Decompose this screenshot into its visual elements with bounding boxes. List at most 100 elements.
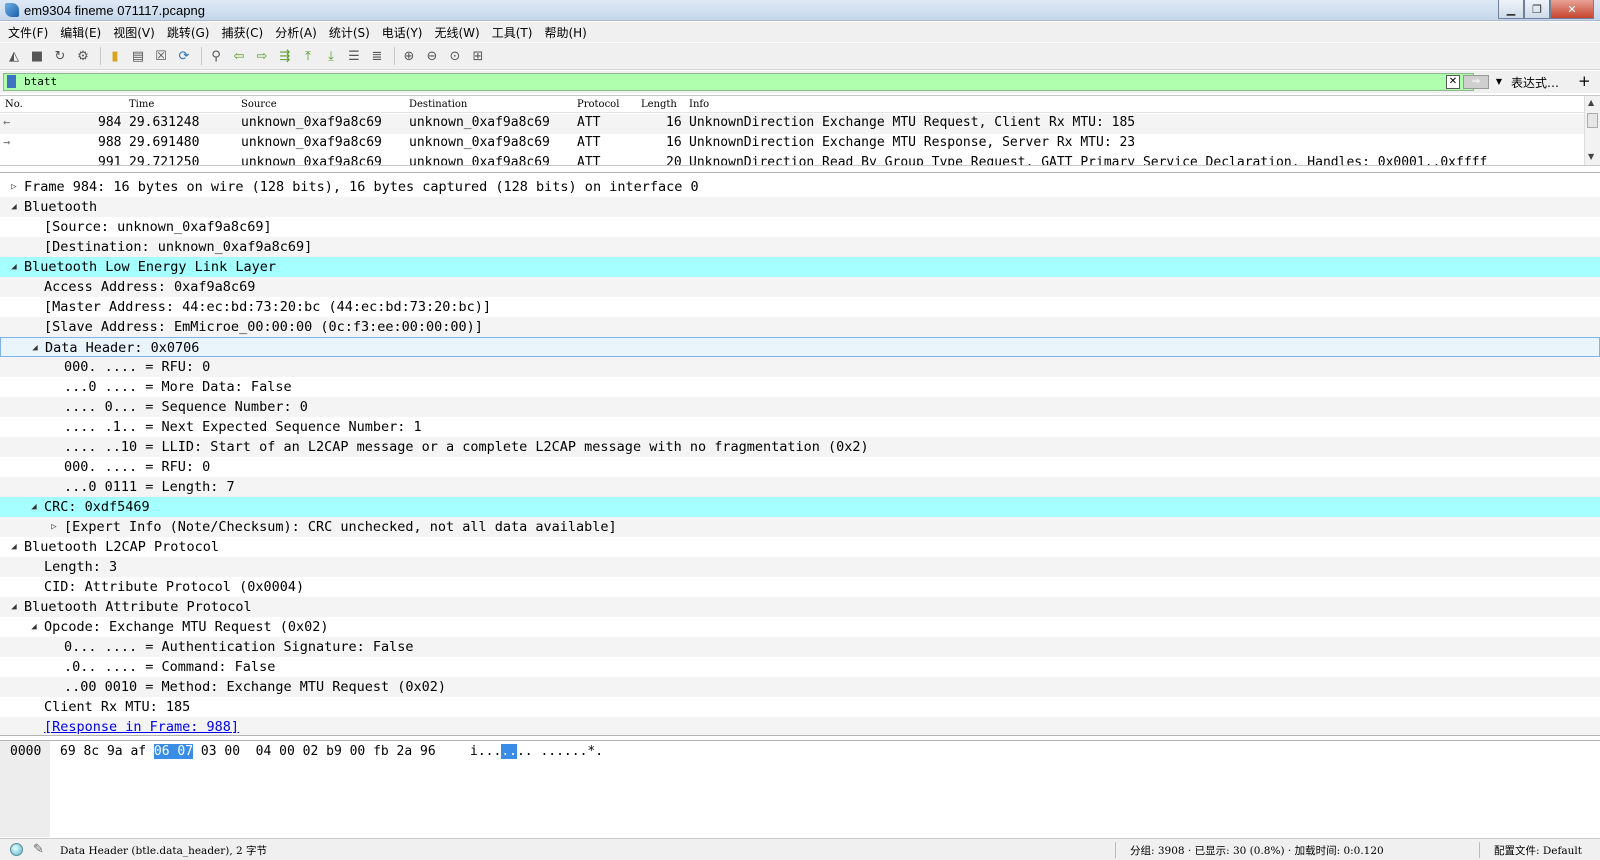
zoom-out-icon[interactable]: ⊖	[422, 46, 442, 66]
scrollbar-thumb[interactable]	[1587, 113, 1598, 128]
add-filter-button[interactable]: +	[1578, 72, 1591, 90]
detail-row[interactable]: [Master Address: 44:ec:bd:73:20:bc (44:e…	[0, 297, 1600, 317]
restart-icon[interactable]: ↻	[50, 46, 70, 66]
detail-row[interactable]: .... 0... = Sequence Number: 0	[0, 397, 1600, 417]
field-info: Data Header (btle.data_header), 2 字节	[60, 845, 268, 857]
reload-icon[interactable]: ⟳	[174, 46, 194, 66]
column-no[interactable]: No.	[5, 99, 23, 110]
detail-row[interactable]: [Response in Frame: 988]	[0, 717, 1600, 735]
bytes-ascii[interactable]: i....... ......*.	[470, 744, 603, 759]
menu-statistics[interactable]: 统计(S)	[325, 24, 378, 41]
detail-row[interactable]: .... ..10 = LLID: Start of an L2CAP mess…	[0, 437, 1600, 457]
packet-list-scrollbar[interactable]: ▲ ▼	[1584, 96, 1600, 165]
resize-columns-icon[interactable]: ⊞	[468, 46, 488, 66]
clear-filter-icon[interactable]: ✕	[1446, 75, 1460, 89]
collapse-arrow-icon[interactable]: ◢	[28, 497, 40, 517]
scroll-up-icon[interactable]: ▲	[1588, 98, 1594, 107]
expert-info-icon[interactable]	[10, 843, 23, 856]
colorize-icon[interactable]: ≣	[367, 46, 387, 66]
save-file-icon[interactable]: ▤	[128, 46, 148, 66]
go-to-packet-icon[interactable]: ⇶	[275, 46, 295, 66]
response-frame-link[interactable]: [Response in Frame: 988]	[44, 717, 239, 735]
menu-analyze[interactable]: 分析(A)	[271, 24, 325, 41]
shark-fin-start-icon[interactable]: ◭	[4, 46, 24, 66]
detail-row[interactable]: ◢ Data Header: 0x0706	[0, 337, 1600, 357]
expression-button[interactable]: 表达式…	[1511, 74, 1559, 91]
detail-row[interactable]: .... .1.. = Next Expected Sequence Numbe…	[0, 417, 1600, 437]
zoom-reset-icon[interactable]: ⊙	[445, 46, 465, 66]
detail-row[interactable]: 0... .... = Authentication Signature: Fa…	[0, 637, 1600, 657]
detail-row[interactable]: CID: Attribute Protocol (0x0004)	[0, 577, 1600, 597]
menu-help[interactable]: 帮助(H)	[540, 24, 594, 41]
packet-row[interactable]: → 988 29.691480 unknown_0xaf9a8c69 unkno…	[0, 134, 1584, 154]
detail-row[interactable]: ◢ Bluetooth Attribute Protocol	[0, 597, 1600, 617]
apply-filter-button[interactable]: ⇒	[1463, 75, 1489, 89]
collapse-arrow-icon[interactable]: ◢	[29, 338, 41, 358]
detail-row[interactable]: 000. .... = RFU: 0	[0, 457, 1600, 477]
detail-row[interactable]: Length: 3	[0, 557, 1600, 577]
first-packet-icon[interactable]: ⤒	[298, 46, 318, 66]
open-file-icon[interactable]: ▮	[105, 46, 125, 66]
chevron-down-icon[interactable]: ▼	[1492, 75, 1506, 89]
detail-row[interactable]: [Destination: unknown_0xaf9a8c69]	[0, 237, 1600, 257]
last-packet-icon[interactable]: ⤓	[321, 46, 341, 66]
menu-edit[interactable]: 编辑(E)	[56, 24, 109, 41]
column-source[interactable]: Source	[241, 99, 277, 110]
go-forward-icon[interactable]: ⇨	[252, 46, 272, 66]
detail-row[interactable]: ▷ [Expert Info (Note/Checksum): CRC unche…	[0, 517, 1600, 537]
bookmark-icon[interactable]	[7, 75, 16, 88]
capture-comment-icon[interactable]: ✎	[33, 842, 44, 857]
collapse-arrow-icon[interactable]: ◢	[8, 537, 20, 557]
menu-telephony[interactable]: 电话(Y)	[378, 24, 431, 41]
detail-row[interactable]: ◢ Bluetooth Low Energy Link Layer	[0, 257, 1600, 277]
collapse-arrow-icon[interactable]: ◢	[8, 197, 20, 217]
column-protocol[interactable]: Protocol	[577, 99, 619, 110]
menu-tools[interactable]: 工具(T)	[488, 24, 541, 41]
detail-row[interactable]: ◢ CRC: 0xdf5469	[0, 497, 1600, 517]
detail-row[interactable]: [Source: unknown_0xaf9a8c69]	[0, 217, 1600, 237]
detail-row[interactable]: Access Address: 0xaf9a8c69	[0, 277, 1600, 297]
profile-label[interactable]: 配置文件: Default	[1494, 843, 1582, 858]
menu-go[interactable]: 跳转(G)	[163, 24, 218, 41]
expand-arrow-icon[interactable]: ▷	[48, 517, 60, 537]
go-back-icon[interactable]: ⇦	[229, 46, 249, 66]
detail-row[interactable]: [Slave Address: EmMicroe_00:00:00 (0c:f3…	[0, 317, 1600, 337]
packet-row[interactable]: ← 984 29.631248 unknown_0xaf9a8c69 unkno…	[0, 114, 1584, 134]
menu-capture[interactable]: 捕获(C)	[217, 24, 271, 41]
detail-row[interactable]: ..00 0010 = Method: Exchange MTU Request…	[0, 677, 1600, 697]
collapse-arrow-icon[interactable]: ◢	[28, 617, 40, 637]
scroll-down-icon[interactable]: ▼	[1588, 152, 1594, 161]
auto-scroll-icon[interactable]: ☰	[344, 46, 364, 66]
detail-row[interactable]: ◢ Bluetooth L2CAP Protocol	[0, 537, 1600, 557]
maximize-button[interactable]: ❐	[1524, 0, 1550, 19]
close-file-icon[interactable]: ☒	[151, 46, 171, 66]
detail-row[interactable]: .0.. .... = Command: False	[0, 657, 1600, 677]
expand-arrow-icon[interactable]: ▷	[8, 177, 20, 197]
detail-text: 0... .... = Authentication Signature: Fa…	[64, 639, 414, 655]
capture-options-icon[interactable]: ⚙	[73, 46, 93, 66]
column-destination[interactable]: Destination	[409, 99, 467, 110]
column-info[interactable]: Info	[689, 99, 709, 110]
detail-row[interactable]: ◢ Opcode: Exchange MTU Request (0x02)	[0, 617, 1600, 637]
bytes-hex[interactable]: 69 8c 9a af 06 07 03 00 04 00 02 b9 00 f…	[60, 744, 436, 759]
menu-file[interactable]: 文件(F)	[4, 24, 56, 41]
close-button[interactable]: ✕	[1550, 0, 1594, 19]
detail-row[interactable]: 000. .... = RFU: 0	[0, 357, 1600, 377]
column-time[interactable]: Time	[129, 99, 154, 110]
collapse-arrow-icon[interactable]: ◢	[8, 257, 20, 277]
collapse-arrow-icon[interactable]: ◢	[8, 597, 20, 617]
column-length[interactable]: Length	[641, 99, 677, 110]
packet-row[interactable]: 991 29.721250 unknown_0xaf9a8c69 unknown…	[0, 154, 1584, 165]
detail-row[interactable]: ...0 0111 = Length: 7	[0, 477, 1600, 497]
detail-row[interactable]: ◢ Bluetooth	[0, 197, 1600, 217]
minimize-button[interactable]: ▁	[1498, 0, 1524, 19]
detail-row[interactable]: ▷ Frame 984: 16 bytes on wire (128 bits),…	[0, 177, 1600, 197]
find-packet-icon[interactable]: ⚲	[206, 46, 226, 66]
stop-icon[interactable]: ■	[27, 46, 47, 66]
detail-row[interactable]: Client Rx MTU: 185	[0, 697, 1600, 717]
menu-view[interactable]: 视图(V)	[109, 24, 163, 41]
detail-row[interactable]: ...0 .... = More Data: False	[0, 377, 1600, 397]
zoom-in-icon[interactable]: ⊕	[399, 46, 419, 66]
display-filter-input[interactable]	[24, 74, 1404, 90]
menu-wireless[interactable]: 无线(W)	[431, 24, 488, 41]
